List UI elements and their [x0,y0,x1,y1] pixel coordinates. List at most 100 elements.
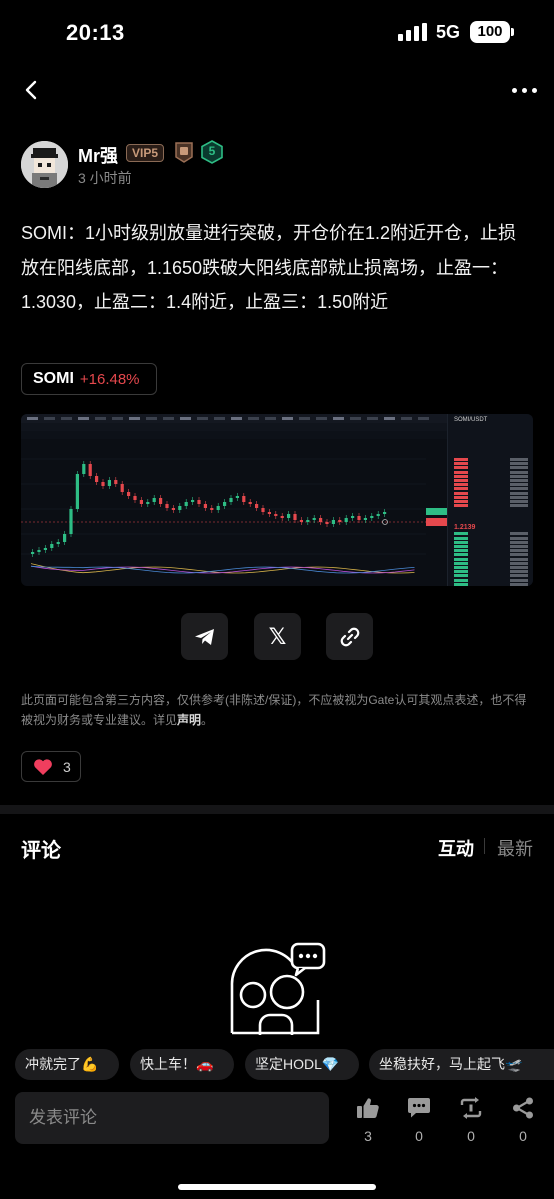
comment-count: 0 [415,1128,423,1144]
ticker-chip [61,417,72,420]
sort-interaction-tab[interactable]: 互动 [438,835,474,861]
candle [306,520,310,522]
orderbook-panel: SOMI/USDT 1.2139 [447,414,533,586]
ticker-chip [27,417,38,420]
candle [261,508,265,512]
network-type: 5G [436,22,461,42]
post-time: 3 小时前 [78,170,132,186]
disclaimer-text: 此页面可能包含第三方内容，仅供参考(非陈述/保证)，不应被视为Gate认可其观点… [21,693,527,727]
coin-symbol: SOMI [33,370,74,387]
candle [95,476,99,482]
x-icon: 𝕏 [268,623,287,649]
candle [165,504,169,508]
ticker-chip [44,417,55,420]
repost-button[interactable]: 0 [456,1097,486,1144]
more-dot-icon [532,88,537,93]
disclaimer-link[interactable]: 声明 [177,713,201,727]
like-button[interactable]: 3 [21,751,81,782]
comment-button[interactable]: 0 [404,1097,434,1144]
ticker-chip [197,417,208,420]
orderbook-row [454,504,528,508]
candle [274,514,278,516]
candle [255,504,259,508]
candle [197,500,201,504]
telegram-icon [194,628,214,645]
post-body: SOMI：1小时级别放量进行突破，开仓价在1.2附近开仓，止损放在阳线底部，1.… [21,223,517,312]
quick-reply-chip[interactable]: 冲就完了💪 [15,1049,119,1080]
candle [159,498,163,504]
ticker-chip [367,417,378,420]
candle [267,512,271,514]
share-count: 0 [519,1128,527,1144]
candle [88,464,92,476]
share-telegram-button[interactable] [181,613,228,660]
quick-reply-chip[interactable]: 坐稳扶好，马上起飞🛫 [369,1049,554,1080]
status-bar: 20:13 5G 100 [0,0,554,66]
candle [203,504,207,508]
candle [107,480,111,486]
like-count: 3 [63,759,71,775]
ticker-chip [248,417,259,420]
battery-icon: 100 [470,21,514,43]
back-button[interactable] [18,76,46,104]
candle [139,500,143,504]
share-button[interactable]: 0 [508,1097,538,1144]
candle [152,498,156,502]
candle [229,498,233,502]
disclaimer: 此页面可能包含第三方内容，仅供参考(非陈述/保证)，不应被视为Gate认可其观点… [21,690,533,730]
candle [331,520,335,524]
candle [344,518,348,522]
ticker-chip [163,417,174,420]
level-badge: 5 [201,140,223,164]
candle [357,516,361,520]
ticker-chip [418,417,429,420]
candle [171,508,175,510]
share-x-button[interactable]: 𝕏 [254,613,301,660]
coin-tag[interactable]: SOMI +16.48% [21,363,157,395]
section-divider [0,805,554,814]
candle [146,502,150,504]
candle [120,484,124,492]
ticker-chip [384,417,395,420]
candle [191,500,195,502]
comment-input[interactable]: 发表评论 [15,1092,329,1144]
more-dot-icon [522,88,527,93]
author-avatar[interactable] [21,141,68,188]
candle [75,474,79,509]
repost-icon [460,1097,482,1119]
sort-latest-tab[interactable]: 最新 [497,835,533,861]
more-options-button[interactable] [512,80,538,100]
ticker-chip [95,417,106,420]
candle [351,516,355,518]
candle [319,518,323,522]
status-time: 20:13 [66,20,125,45]
candle [242,496,246,502]
candle [114,480,118,484]
ticker-chip [299,417,310,420]
level-number: 5 [208,144,216,158]
ticker-chip [333,417,344,420]
last-price: 1.2139 [454,524,476,531]
candle [280,516,284,518]
quick-reply-chip[interactable]: 快上车！🚗 [130,1049,234,1080]
comment-icon [408,1098,430,1118]
pair-name: SOMI/USDT [454,417,488,423]
thumbs-up-button[interactable]: 3 [353,1097,383,1144]
author-name[interactable]: Mr强 [78,142,118,168]
candle [43,548,47,550]
ticker-chip [316,417,327,420]
vip-badge: VIP5 [126,144,165,162]
post-image-chart[interactable]: SOMI/USDT 1.2139 [21,414,533,586]
signal-icon [398,23,428,41]
ticker-chip [265,417,276,420]
quick-reply-chip[interactable]: 坚定HODL💎 [245,1049,359,1080]
candle [376,514,380,516]
candle [37,550,41,552]
candle [101,482,105,486]
copy-link-button[interactable] [326,613,373,660]
candle [312,518,316,520]
ticker-chip [214,417,225,420]
comments-title: 评论 [21,840,61,862]
link-icon [340,627,359,646]
candle [216,506,220,510]
